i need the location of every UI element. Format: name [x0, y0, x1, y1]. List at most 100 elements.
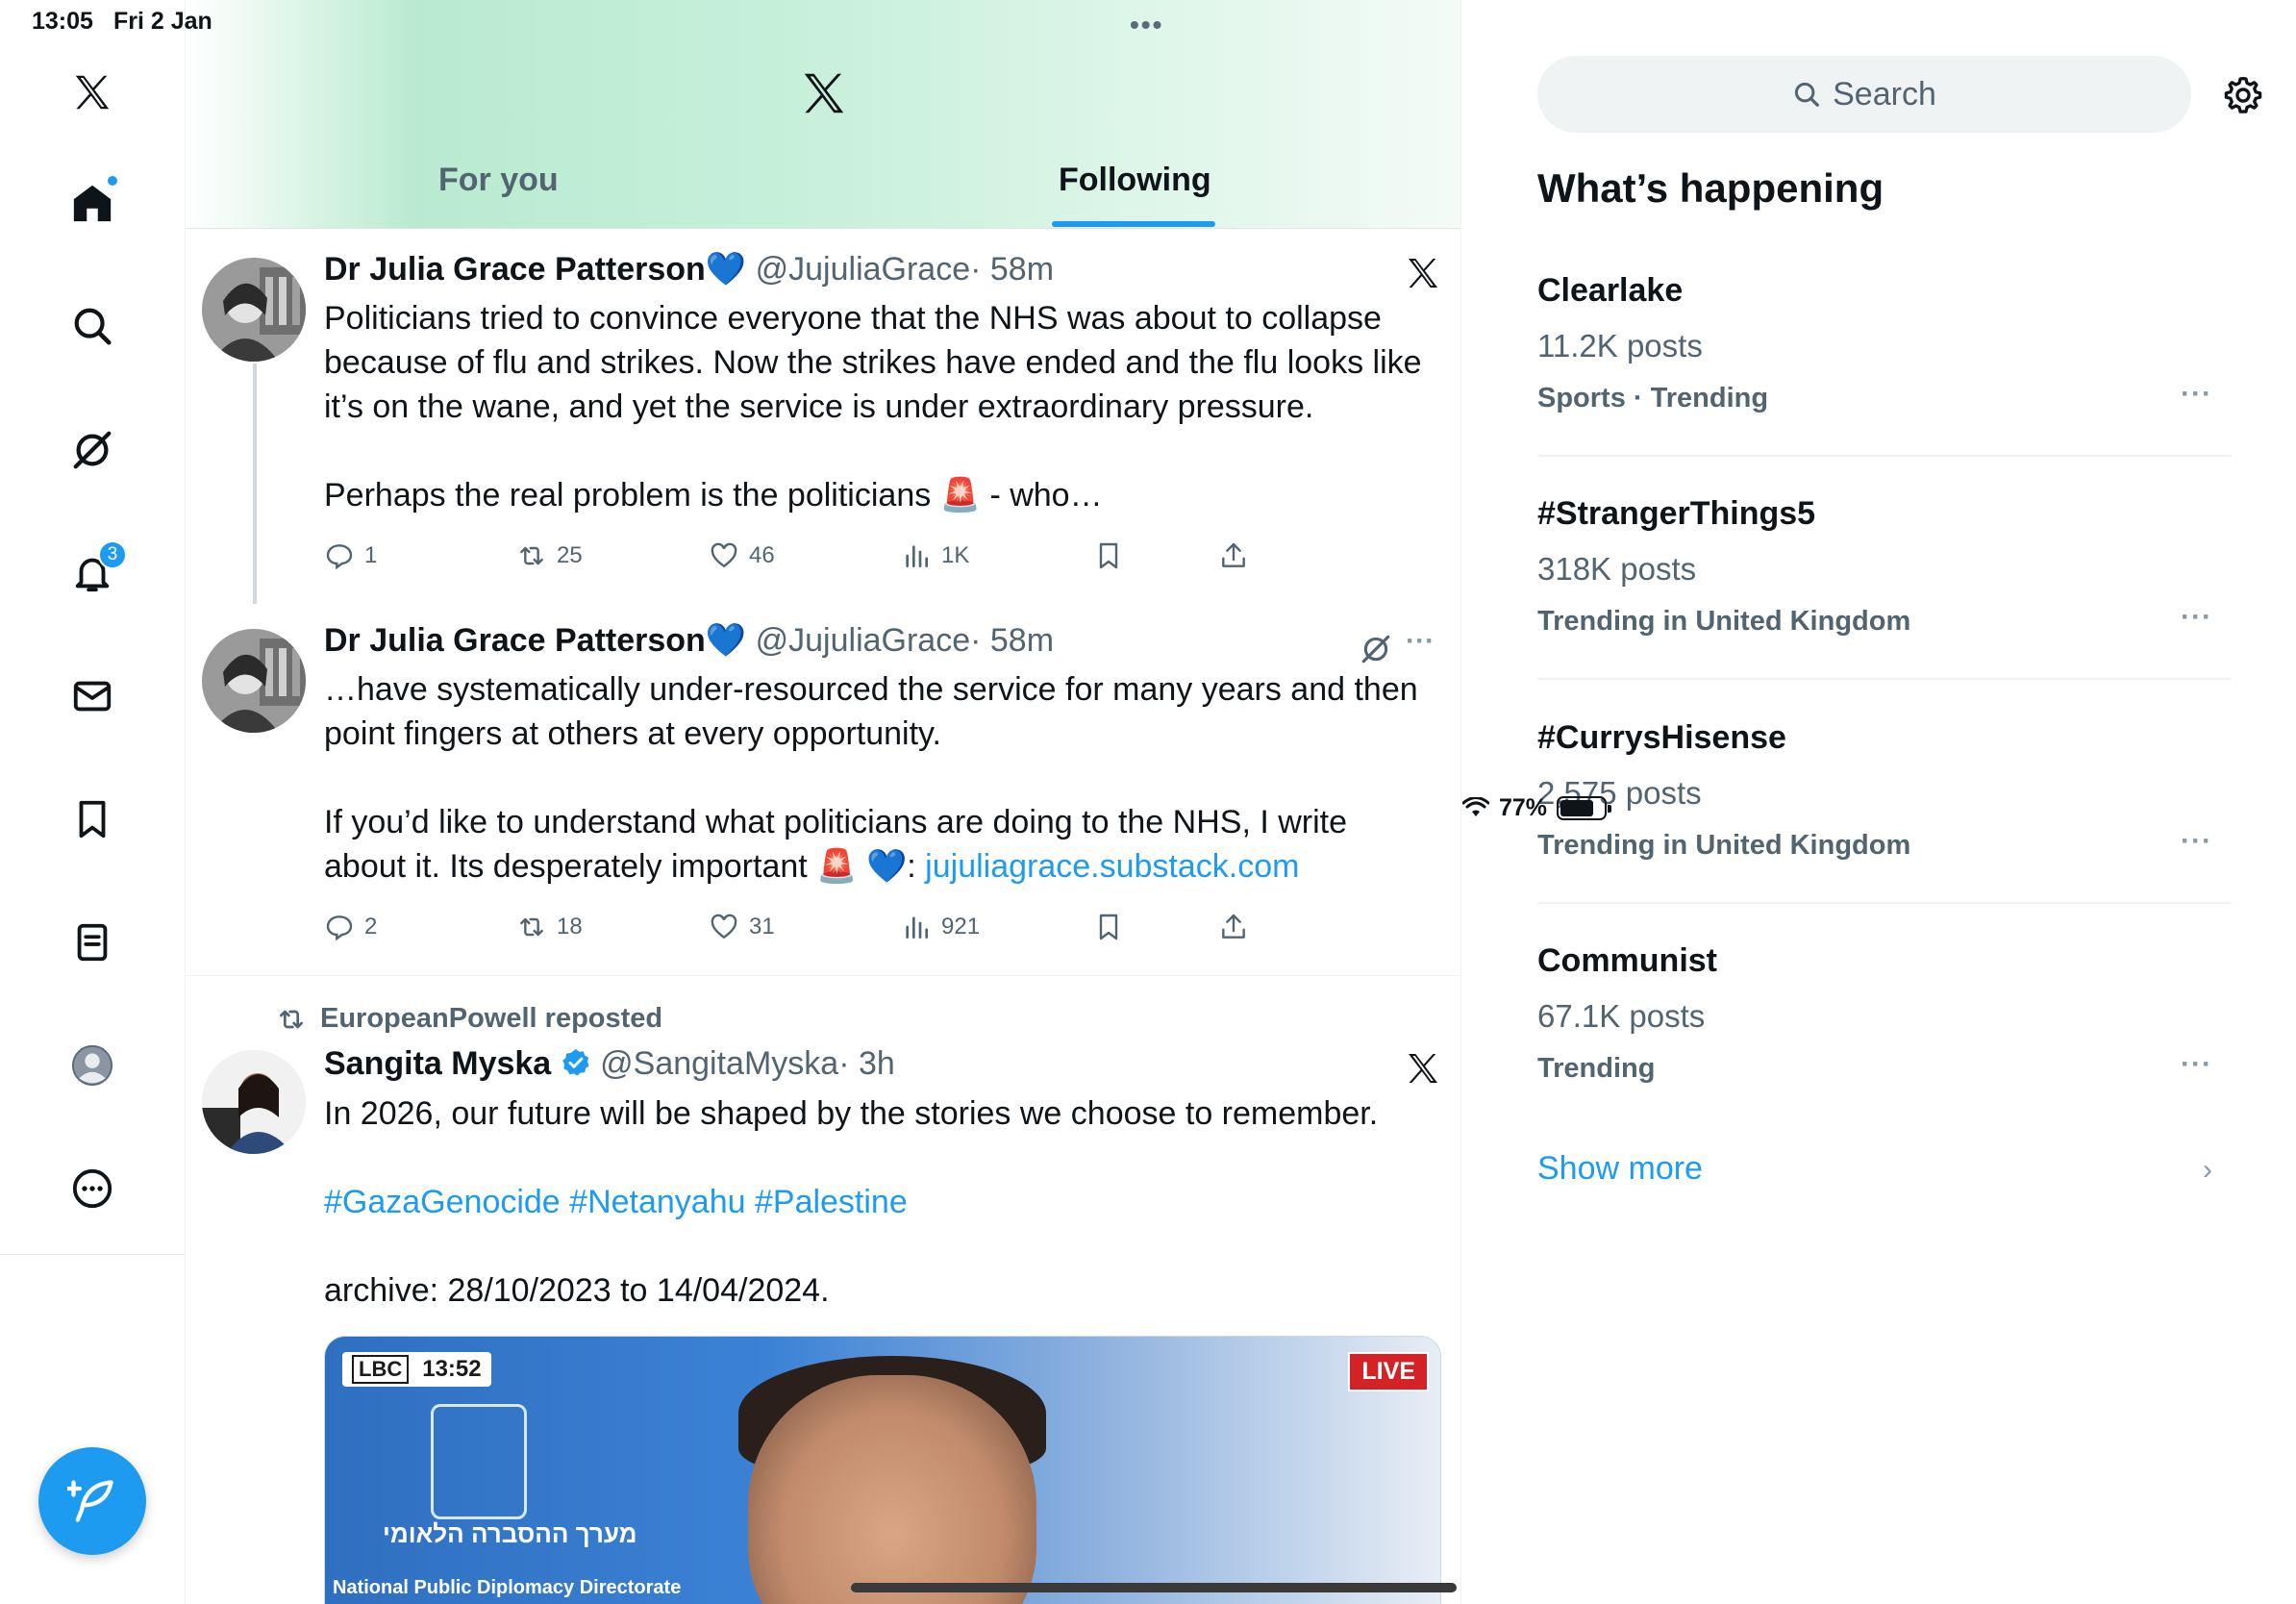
- thread-line: [253, 363, 257, 604]
- post-media-video[interactable]: LBC 13:52 LIVE מערך ההסברה הלאומי Nationa…: [324, 1336, 1441, 1604]
- x-logo-icon: [1409, 1054, 1437, 1083]
- author-name[interactable]: Dr Julia Grace Patterson: [324, 251, 706, 288]
- tab-following[interactable]: Following: [1059, 162, 1211, 199]
- reply-button[interactable]: 2: [324, 912, 377, 942]
- post-time: · 3h: [838, 1045, 895, 1082]
- view-count: 1K: [941, 542, 970, 568]
- post-text-line: archive: 28/10/2023 to 14/04/2024.: [324, 1272, 830, 1309]
- verified-badge-icon: [562, 1049, 589, 1076]
- post-actions: 1 25 46 1K: [324, 540, 1285, 579]
- x-logo-icon: [75, 75, 110, 110]
- tab-for-you[interactable]: For you: [438, 162, 559, 199]
- nav-more[interactable]: [50, 1146, 135, 1231]
- like-button[interactable]: 31: [709, 912, 775, 942]
- repost-button[interactable]: 25: [516, 540, 583, 571]
- nav-messages[interactable]: [50, 654, 135, 739]
- nav-explore[interactable]: [50, 284, 135, 368]
- author-handle[interactable]: @JujuliaGrace: [756, 622, 971, 659]
- like-count: 31: [749, 914, 775, 940]
- home-indicator[interactable]: [851, 1583, 1457, 1592]
- post-text-line: point fingers at others at every opportu…: [324, 715, 941, 752]
- avatar[interactable]: [202, 629, 306, 733]
- post-text-line: it’s on the wane, and yet the service is…: [324, 388, 1314, 425]
- bookmark-button[interactable]: [1093, 912, 1124, 942]
- list-icon: [77, 923, 108, 962]
- x-logo-icon[interactable]: [798, 67, 850, 119]
- views-icon: [906, 545, 928, 567]
- grok-icon: [73, 431, 112, 469]
- lbc-time: 13:52: [422, 1356, 482, 1382]
- hashtags[interactable]: #GazaGenocide #Netanyahu #Palestine: [324, 1180, 1449, 1224]
- post-text: Politicians tried to convince everyone t…: [324, 296, 1449, 517]
- post-actions: 2 18 31 921: [324, 912, 1285, 950]
- share-icon: [1222, 542, 1245, 567]
- author-handle[interactable]: @JujuliaGrace: [756, 251, 971, 288]
- post[interactable]: Dr Julia Grace Patterson💙 @JujuliaGrace·…: [187, 598, 1460, 973]
- live-badge: LIVE: [1348, 1352, 1429, 1391]
- share-button[interactable]: [1218, 540, 1249, 571]
- view-count: 921: [941, 914, 981, 940]
- nav-bookmarks[interactable]: [50, 777, 135, 862]
- post-time: · 58m: [970, 622, 1055, 659]
- x-logo-icon: [1409, 259, 1437, 288]
- reply-icon: [326, 915, 353, 941]
- timeline: For you Following Dr Julia Grace Patters…: [187, 0, 1461, 1604]
- caption-hebrew: מערך ההסברה הלאומי: [383, 1519, 637, 1548]
- nav-grok[interactable]: [50, 408, 135, 492]
- repost-icon: [280, 1010, 303, 1028]
- x-logo[interactable]: [50, 50, 135, 135]
- views-button[interactable]: 921: [901, 912, 980, 942]
- author-handle[interactable]: @SangitaMyska: [600, 1045, 838, 1082]
- repost-indicator: EuropeanPowell reposted: [276, 1003, 662, 1035]
- more-circle-icon: [72, 1168, 112, 1209]
- repost-button[interactable]: 18: [516, 912, 583, 942]
- lbc-logo: LBC: [352, 1355, 410, 1384]
- nav-profile[interactable]: [50, 1023, 135, 1108]
- reply-count: 1: [364, 542, 378, 568]
- home-notification-dot: [106, 174, 119, 188]
- bookmark-icon: [1099, 914, 1118, 940]
- reply-button[interactable]: 1: [324, 540, 377, 571]
- share-button[interactable]: [1218, 912, 1249, 942]
- wifi-icon: [1462, 797, 1489, 816]
- nav-notifications[interactable]: 3: [50, 531, 135, 615]
- author-name[interactable]: Sangita Myska: [324, 1045, 551, 1082]
- emblem-icon: [431, 1404, 527, 1519]
- repost-count: 25: [557, 542, 583, 568]
- reposted-by-label[interactable]: EuropeanPowell reposted: [320, 1003, 662, 1035]
- mail-icon: [73, 681, 112, 712]
- avatar[interactable]: [202, 1050, 306, 1154]
- bookmark-icon: [1099, 542, 1118, 569]
- bookmark-icon: [79, 800, 106, 839]
- compose-button[interactable]: [38, 1447, 146, 1555]
- battery-percent: 77%: [1499, 793, 1548, 821]
- caption-english: National Public Diplomacy Directorate: [333, 1577, 682, 1598]
- status-time: 13:05: [32, 8, 93, 35]
- views-button[interactable]: 1K: [901, 540, 969, 571]
- repost-icon: [520, 546, 543, 565]
- home-icon: [73, 185, 112, 222]
- repost-icon: [520, 917, 543, 937]
- avatar[interactable]: [202, 258, 306, 362]
- views-icon: [906, 916, 928, 939]
- post-more-button[interactable]: ···: [1406, 625, 1435, 658]
- bookmark-button[interactable]: [1093, 540, 1124, 571]
- reply-count: 2: [364, 914, 378, 940]
- grok-icon[interactable]: [1360, 633, 1392, 665]
- status-bar: 13:05 Fri 2 Jan ••• 77%: [0, 0, 2296, 821]
- nav-home[interactable]: [50, 161, 135, 245]
- post-text-line: …have systematically under-resourced the…: [324, 671, 1418, 708]
- avatar-icon: [71, 1044, 113, 1087]
- nav-lists[interactable]: [50, 900, 135, 985]
- lbc-bug: LBC 13:52: [342, 1352, 491, 1387]
- multitask-dots[interactable]: •••: [1130, 10, 1163, 40]
- author-name[interactable]: Dr Julia Grace Patterson: [324, 622, 706, 659]
- post-text-line: Perhaps the real problem is the politici…: [324, 477, 1103, 514]
- like-button[interactable]: 46: [709, 540, 775, 571]
- substack-link[interactable]: jujuliagrace.substack.com: [925, 848, 1299, 885]
- search-icon: [74, 308, 112, 345]
- post-text: …have systematically under-resourced the…: [324, 667, 1449, 889]
- heart-emoji: 💙: [705, 251, 747, 288]
- post[interactable]: Dr Julia Grace Patterson💙 @JujuliaGrace·…: [187, 229, 1460, 604]
- post-text: In 2026, our future will be shaped by th…: [324, 1091, 1449, 1313]
